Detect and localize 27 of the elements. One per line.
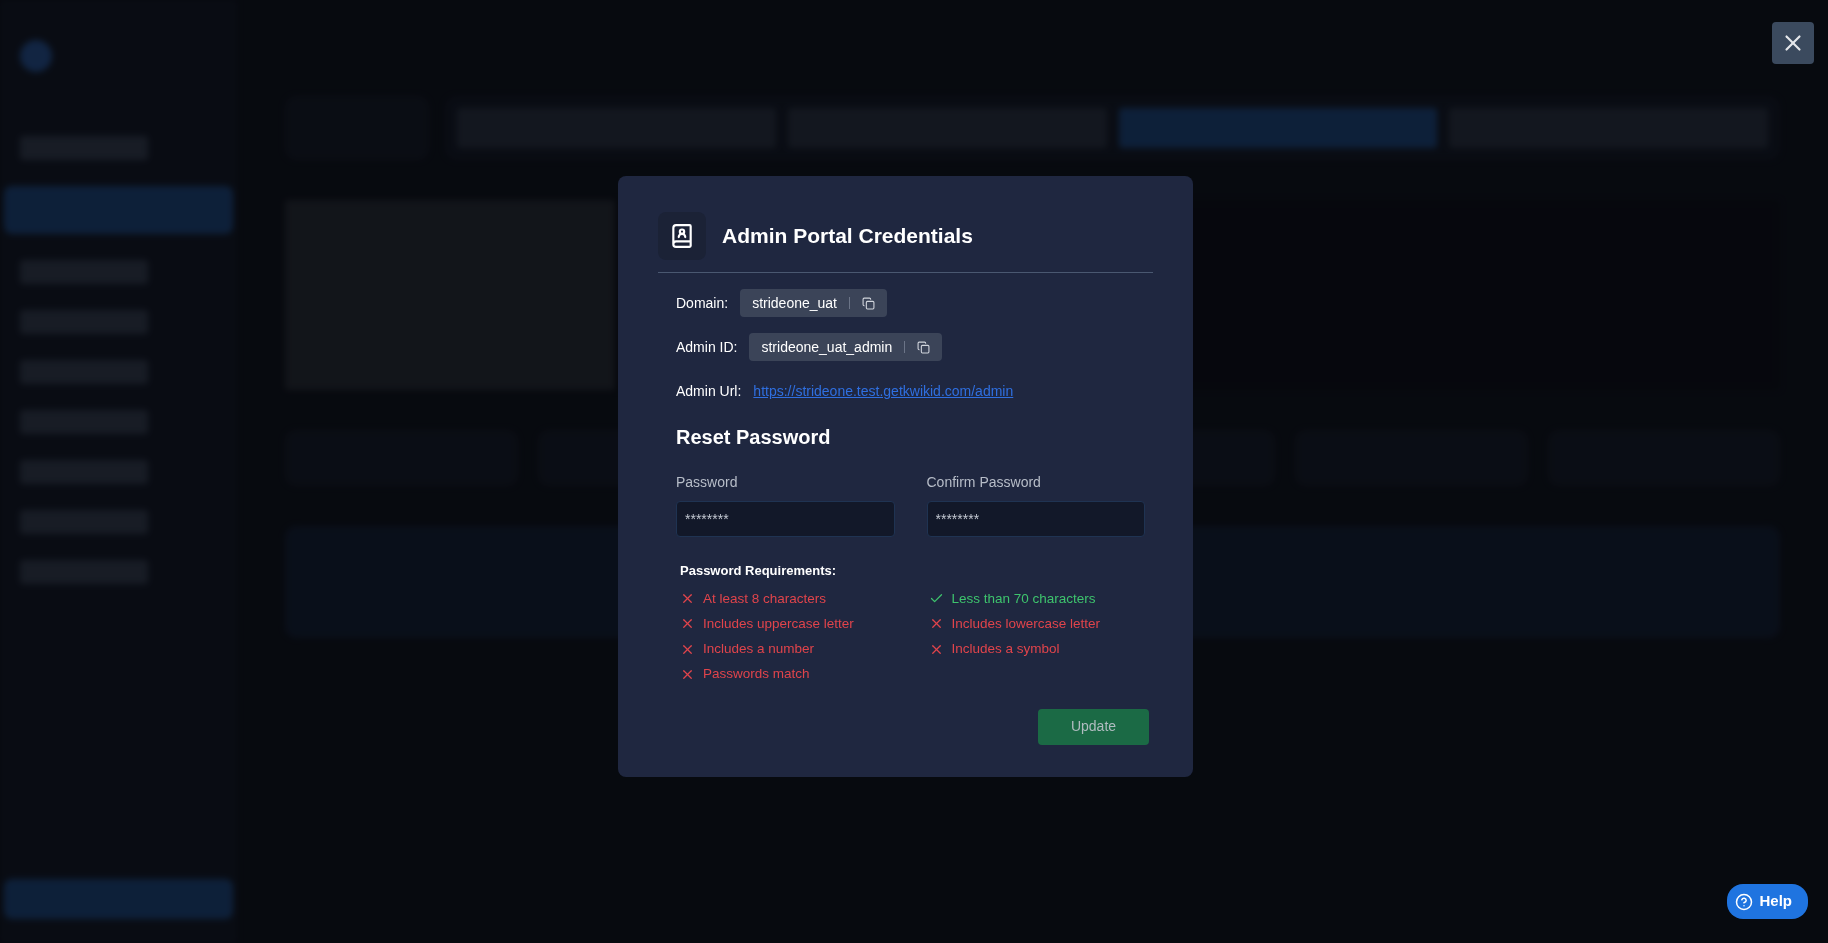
copy-icon[interactable] [917, 340, 931, 354]
dialog-title: Admin Portal Credentials [722, 223, 973, 250]
password-field[interactable]: ******** [926, 501, 1145, 537]
requirement-item: Includes a number [680, 639, 897, 660]
requirement-item: Less than 70 characters [928, 588, 1145, 609]
field-label: Admin Url: [676, 382, 742, 401]
input-label: Confirm Password [926, 473, 1042, 492]
update-button[interactable]: Update [1038, 708, 1149, 745]
section-title: Reset Password [676, 425, 832, 450]
close-button[interactable] [1772, 22, 1814, 64]
chip-text: strideone_uat_admin [761, 337, 893, 357]
requirement-item: Includes uppercase letter [680, 613, 897, 634]
requirement-item: Includes lowercase letter [928, 613, 1145, 634]
requirement-item: Passwords match [680, 664, 897, 685]
chip-text: strideone_uat [752, 293, 837, 313]
contact-book-icon [658, 212, 706, 260]
requirements-title: Password Requirements: [679, 562, 838, 580]
field-label: Domain: [676, 293, 729, 313]
requirement-item: Includes a symbol [928, 639, 1145, 660]
requirement-item: At least 8 characters [680, 588, 897, 609]
field-label: Admin ID: [676, 337, 738, 357]
password-field[interactable]: ******** [676, 501, 895, 537]
admin-url-link[interactable]: https://strideone.test.getkwikid.com/admin [753, 381, 1014, 402]
input-label: Password [676, 473, 739, 492]
help-icon [1735, 892, 1754, 911]
copy-icon[interactable] [862, 296, 875, 310]
help-button[interactable]: Help [1727, 884, 1808, 919]
